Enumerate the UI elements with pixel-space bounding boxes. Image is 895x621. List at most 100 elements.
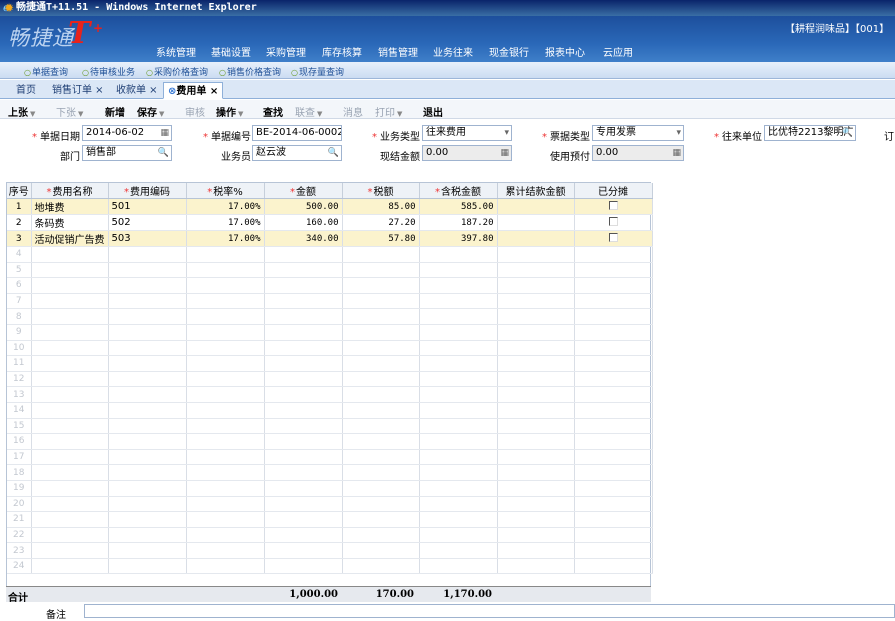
table-row[interactable]: 11 bbox=[7, 355, 653, 372]
empty-cell[interactable] bbox=[574, 308, 653, 325]
empty-cell[interactable] bbox=[342, 480, 420, 497]
empty-cell[interactable] bbox=[264, 558, 343, 575]
empty-cell[interactable] bbox=[574, 480, 653, 497]
empty-cell[interactable] bbox=[108, 246, 187, 263]
empty-cell[interactable] bbox=[31, 340, 109, 357]
empty-cell[interactable] bbox=[574, 355, 653, 372]
menu-reports[interactable]: 报表中心 bbox=[545, 44, 585, 59]
cell-code[interactable]: 501 bbox=[108, 198, 187, 215]
empty-cell[interactable] bbox=[186, 542, 265, 559]
empty-cell[interactable] bbox=[108, 418, 187, 435]
empty-cell[interactable] bbox=[497, 402, 575, 419]
table-row[interactable]: 6 bbox=[7, 277, 653, 294]
print-button[interactable]: 打印 ▼ bbox=[375, 104, 402, 119]
empty-cell[interactable] bbox=[497, 386, 575, 403]
empty-cell[interactable] bbox=[264, 527, 343, 544]
empty-cell[interactable] bbox=[186, 386, 265, 403]
table-row[interactable]: 7 bbox=[7, 293, 653, 310]
empty-cell[interactable] bbox=[497, 371, 575, 388]
table-row[interactable]: 1 地堆费 501 17.00% 500.00 85.00 585.00 bbox=[7, 198, 653, 215]
calendar-icon[interactable]: ▦ bbox=[160, 126, 169, 140]
empty-cell[interactable] bbox=[419, 308, 498, 325]
empty-cell[interactable] bbox=[31, 402, 109, 419]
empty-cell[interactable] bbox=[574, 496, 653, 513]
table-row[interactable]: 14 bbox=[7, 402, 653, 419]
empty-cell[interactable] bbox=[108, 433, 187, 450]
search-icon[interactable]: 🔍 bbox=[842, 126, 853, 140]
empty-cell[interactable] bbox=[264, 308, 343, 325]
empty-cell[interactable] bbox=[186, 527, 265, 544]
cell-rate[interactable]: 17.00% bbox=[186, 198, 265, 215]
empty-cell[interactable] bbox=[264, 277, 343, 294]
empty-cell[interactable] bbox=[497, 340, 575, 357]
empty-cell[interactable] bbox=[342, 511, 420, 528]
table-row[interactable]: 4 bbox=[7, 246, 653, 263]
empty-cell[interactable] bbox=[574, 324, 653, 341]
empty-cell[interactable] bbox=[264, 402, 343, 419]
empty-cell[interactable] bbox=[497, 527, 575, 544]
empty-cell[interactable] bbox=[108, 324, 187, 341]
empty-cell[interactable] bbox=[264, 449, 343, 466]
empty-cell[interactable] bbox=[574, 511, 653, 528]
empty-cell[interactable] bbox=[419, 355, 498, 372]
empty-cell[interactable] bbox=[342, 402, 420, 419]
empty-cell[interactable] bbox=[31, 371, 109, 388]
empty-cell[interactable] bbox=[108, 542, 187, 559]
empty-cell[interactable] bbox=[108, 511, 187, 528]
table-row[interactable]: 20 bbox=[7, 496, 653, 513]
empty-cell[interactable] bbox=[108, 293, 187, 310]
empty-cell[interactable] bbox=[264, 324, 343, 341]
empty-cell[interactable] bbox=[264, 433, 343, 450]
table-row[interactable]: 5 bbox=[7, 262, 653, 279]
quick-purchase-price[interactable]: 采购价格查询 bbox=[146, 65, 208, 78]
empty-cell[interactable] bbox=[419, 277, 498, 294]
empty-cell[interactable] bbox=[186, 511, 265, 528]
chevron-down-icon[interactable]: ▾ bbox=[676, 126, 681, 140]
remark-input[interactable] bbox=[84, 604, 895, 618]
cell-amount[interactable]: 500.00 bbox=[264, 198, 343, 215]
empty-cell[interactable] bbox=[264, 355, 343, 372]
menu-business[interactable]: 业务往来 bbox=[433, 44, 473, 59]
col-amount[interactable]: *金额 bbox=[264, 183, 343, 199]
msg-button[interactable]: 消息 bbox=[343, 104, 363, 119]
menu-sales[interactable]: 销售管理 bbox=[378, 44, 418, 59]
empty-cell[interactable] bbox=[497, 464, 575, 481]
menu-system[interactable]: 系统管理 bbox=[156, 44, 196, 59]
empty-cell[interactable] bbox=[419, 262, 498, 279]
quick-pending-audit[interactable]: 待审核业务 bbox=[82, 65, 135, 78]
empty-cell[interactable] bbox=[108, 386, 187, 403]
empty-cell[interactable] bbox=[31, 449, 109, 466]
table-row[interactable]: 17 bbox=[7, 449, 653, 466]
table-row[interactable]: 10 bbox=[7, 340, 653, 357]
empty-cell[interactable] bbox=[108, 262, 187, 279]
empty-cell[interactable] bbox=[108, 371, 187, 388]
col-total[interactable]: *含税金额 bbox=[419, 183, 498, 199]
prepay-field[interactable]: 0.00 ▦ bbox=[592, 145, 684, 161]
partner-field[interactable]: 比优特2213黎明广 🔍 bbox=[764, 125, 856, 141]
empty-cell[interactable] bbox=[108, 340, 187, 357]
calculator-icon[interactable]: ▦ bbox=[500, 146, 509, 160]
empty-cell[interactable] bbox=[108, 480, 187, 497]
cell-tax[interactable]: 85.00 bbox=[342, 198, 420, 215]
empty-cell[interactable] bbox=[574, 527, 653, 544]
empty-cell[interactable] bbox=[574, 542, 653, 559]
empty-cell[interactable] bbox=[31, 542, 109, 559]
quick-stock-query[interactable]: 现存量查询 bbox=[291, 65, 344, 78]
table-row[interactable]: 24 bbox=[7, 558, 653, 575]
col-paid[interactable]: 累计结款金额 bbox=[497, 183, 575, 199]
empty-cell[interactable] bbox=[186, 433, 265, 450]
empty-cell[interactable] bbox=[342, 308, 420, 325]
cell-total[interactable]: 585.00 bbox=[419, 198, 498, 215]
new-button[interactable]: 新增 bbox=[105, 104, 125, 119]
empty-cell[interactable] bbox=[574, 293, 653, 310]
empty-cell[interactable] bbox=[264, 293, 343, 310]
empty-cell[interactable] bbox=[31, 246, 109, 263]
table-row[interactable]: 22 bbox=[7, 527, 653, 544]
empty-cell[interactable] bbox=[31, 418, 109, 435]
cell-tax[interactable]: 27.20 bbox=[342, 214, 420, 231]
calculator-icon[interactable]: ▦ bbox=[672, 146, 681, 160]
empty-cell[interactable] bbox=[419, 371, 498, 388]
empty-cell[interactable] bbox=[497, 511, 575, 528]
empty-cell[interactable] bbox=[264, 480, 343, 497]
empty-cell[interactable] bbox=[264, 340, 343, 357]
